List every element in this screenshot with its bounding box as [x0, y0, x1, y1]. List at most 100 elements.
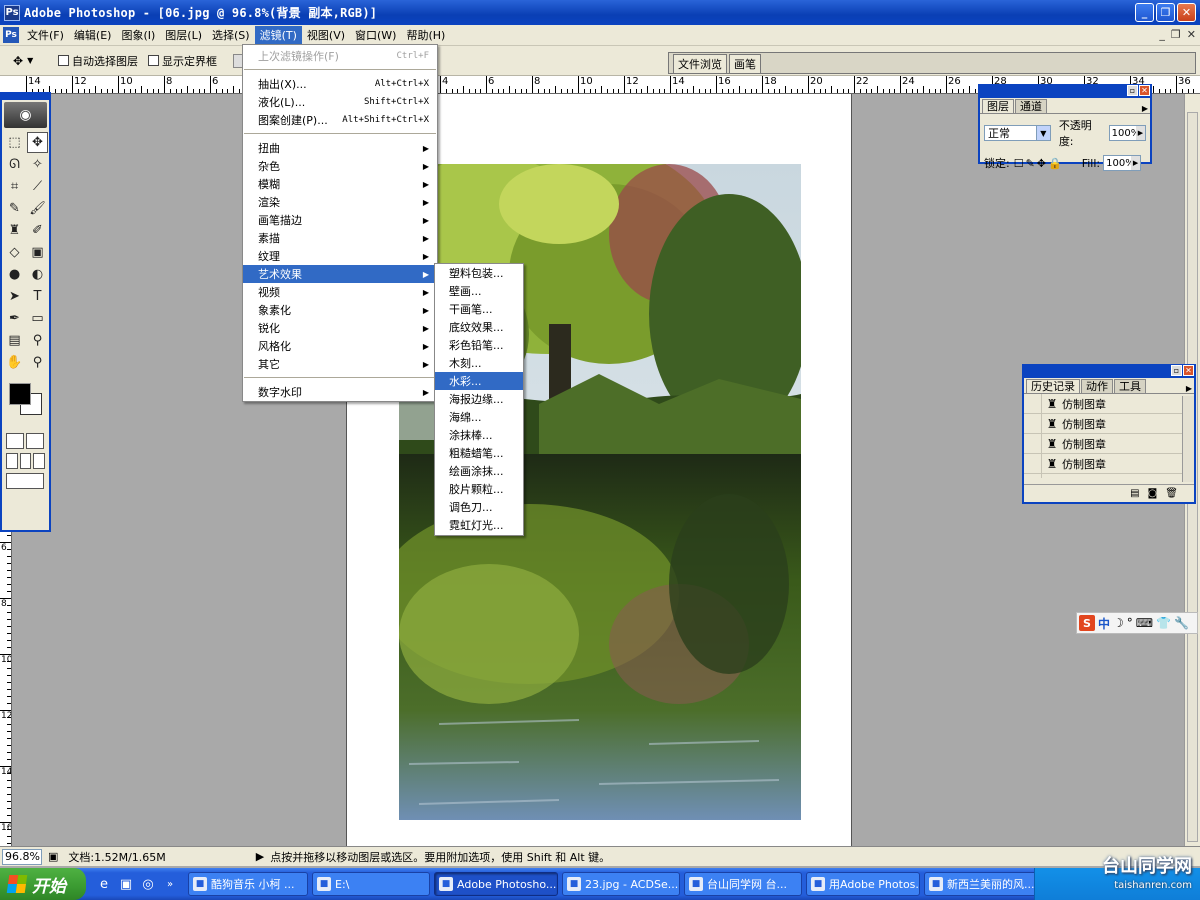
palette-minimize-button[interactable]: ▫ — [1127, 85, 1138, 96]
menu-item-artistic-filter[interactable]: 木刻... — [435, 354, 523, 372]
menu-filter[interactable]: 滤镜(T) — [254, 25, 302, 45]
history-brush-icon[interactable]: ✐ — [27, 220, 48, 241]
status-menu-arrow-icon[interactable]: ▶ — [256, 850, 264, 863]
palette-menu-icon[interactable]: ▶ — [1186, 384, 1194, 393]
punctuation-icon[interactable]: ° — [1127, 616, 1133, 630]
eyedropper-icon[interactable]: ⚲ — [27, 330, 48, 351]
fill-input[interactable]: 100% ▶ — [1103, 155, 1142, 171]
history-scrollbar[interactable] — [1182, 396, 1194, 482]
history-state[interactable]: ▤复制图层 — [1024, 474, 1182, 478]
menu-item-artistic-filter[interactable]: 壁画... — [435, 282, 523, 300]
tab-layers[interactable]: 图层 — [982, 99, 1014, 113]
history-state[interactable]: ♜ 仿制图章 — [1024, 394, 1182, 414]
menu-item-filter-submenu[interactable]: 艺术效果 ▶ — [243, 265, 437, 283]
history-brush-source[interactable] — [1024, 414, 1042, 433]
marquee-tool-icon[interactable]: ⬚ — [4, 132, 25, 153]
menu-view[interactable]: 视图(V) — [302, 26, 350, 45]
pen-tool-icon[interactable]: ✒ — [4, 308, 25, 329]
hand-tool-icon[interactable]: ✋ — [4, 352, 25, 373]
screen-mode-full-icon[interactable] — [33, 453, 46, 469]
menu-item-artistic-filter[interactable]: 粗糙蜡笔... — [435, 444, 523, 462]
menu-item-filter-submenu[interactable]: 画笔描边 ▶ — [243, 211, 437, 229]
photoshop-app-icon[interactable]: Ps — [4, 4, 20, 21]
chevron-right-icon[interactable]: » — [162, 876, 178, 892]
palette-minimize-button[interactable]: ▫ — [1171, 365, 1182, 376]
tab-actions[interactable]: 动作 — [1081, 379, 1113, 393]
keyboard-icon[interactable]: ⌨ — [1136, 616, 1153, 630]
palette-close-button[interactable]: ✕ — [1183, 365, 1194, 376]
type-tool-icon[interactable]: T — [27, 286, 48, 307]
quick-mask-icon[interactable] — [26, 433, 44, 449]
history-brush-source[interactable] — [1024, 454, 1042, 473]
taskbar-task-button[interactable]: ■ 23.jpg - ACDSe... — [562, 872, 680, 896]
crop-tool-icon[interactable]: ⌗ — [4, 176, 25, 197]
menu-item-artistic-filter[interactable]: 干画笔... — [435, 300, 523, 318]
zoom-input[interactable]: 96.8% — [2, 848, 42, 865]
menu-item-extract[interactable]: 抽出(X)... Alt+Ctrl+X — [243, 75, 437, 93]
media-player-icon[interactable]: ◎ — [140, 876, 156, 892]
menu-layer[interactable]: 图层(L) — [160, 26, 207, 45]
menu-help[interactable]: 帮助(H) — [401, 26, 450, 45]
new-snapshot-icon[interactable]: ◙ — [1148, 488, 1158, 499]
doc-restore-button[interactable]: ❐ — [1171, 28, 1181, 41]
menu-item-filter-submenu[interactable]: 素描 ▶ — [243, 229, 437, 247]
lasso-tool-icon[interactable]: ᘏ — [4, 154, 25, 175]
canvas-area[interactable] — [12, 94, 1184, 846]
auto-select-layer-checkbox[interactable]: 自动选择图层 — [58, 53, 138, 69]
menu-image[interactable]: 图象(I) — [116, 26, 160, 45]
brush-tool-icon[interactable]: 🖌 — [27, 198, 48, 219]
document-icon[interactable]: Ps — [3, 27, 19, 43]
menu-item-artistic-filter[interactable]: 涂抹棒... — [435, 426, 523, 444]
slice-tool-icon[interactable]: ⟋ — [27, 176, 48, 197]
clone-stamp-icon[interactable]: ♜ — [4, 220, 25, 241]
tab-tool-presets[interactable]: 工具 — [1114, 379, 1146, 393]
menu-item-artistic-filter[interactable]: 霓虹灯光... — [435, 516, 523, 534]
menu-item-artistic-filter[interactable]: 彩色铅笔... — [435, 336, 523, 354]
standard-mode-icon[interactable] — [6, 433, 24, 449]
menu-item-artistic-filter[interactable]: 水彩... — [435, 372, 523, 390]
menu-item-filter-submenu[interactable]: 渲染 ▶ — [243, 193, 437, 211]
menu-item-filter-submenu[interactable]: 其它 ▶ — [243, 355, 437, 373]
menu-item-pattern-maker[interactable]: 图案创建(P)... Alt+Shift+Ctrl+X — [243, 111, 437, 129]
close-button[interactable]: ✕ — [1177, 3, 1196, 22]
screen-mode-full-menu-icon[interactable] — [19, 453, 32, 469]
skin-icon[interactable]: 👕 — [1156, 616, 1171, 630]
gradient-icon[interactable]: ▣ — [27, 242, 48, 263]
moon-icon[interactable]: ☽ — [1113, 616, 1124, 630]
doc-minimize-button[interactable]: _ — [1159, 28, 1165, 41]
trash-icon[interactable]: 🗑 — [1165, 488, 1178, 499]
imageready-icon[interactable] — [6, 473, 44, 489]
screen-mode-standard-icon[interactable] — [6, 453, 18, 469]
taskbar-task-button[interactable]: ■ 酷狗音乐 小柯 ... — [188, 872, 308, 896]
menu-item-artistic-filter[interactable]: 底纹效果... — [435, 318, 523, 336]
menu-item-filter-submenu[interactable]: 象素化 ▶ — [243, 301, 437, 319]
move-tool-icon[interactable]: ✥ — [27, 132, 48, 153]
sogou-icon[interactable]: S — [1079, 615, 1095, 631]
menu-file[interactable]: 文件(F) — [22, 26, 69, 45]
zoom-tool-icon[interactable]: ⚲ — [27, 352, 48, 373]
tab-history[interactable]: 历史记录 — [1026, 379, 1080, 393]
move-tool-preset[interactable]: ✥ ▼ — [12, 50, 48, 72]
menu-item-artistic-filter[interactable]: 调色刀... — [435, 498, 523, 516]
adobe-eye-logo[interactable]: ◉ — [4, 102, 47, 128]
document-info-icon[interactable]: ▣ — [48, 850, 58, 863]
menu-item-artistic-filter[interactable]: 绘画涂抹... — [435, 462, 523, 480]
menu-item-filter-submenu[interactable]: 杂色 ▶ — [243, 157, 437, 175]
menu-item-filter-submenu[interactable]: 扭曲 ▶ — [243, 139, 437, 157]
history-state[interactable]: ♜ 仿制图章 — [1024, 434, 1182, 454]
menu-item-artistic-filter[interactable]: 塑料包装... — [435, 264, 523, 282]
history-brush-source[interactable] — [1024, 474, 1042, 478]
ime-mode-toggle[interactable]: 中 — [1098, 615, 1110, 632]
menu-item-filter-submenu[interactable]: 模糊 ▶ — [243, 175, 437, 193]
menu-item-filter-submenu[interactable]: 风格化 ▶ — [243, 337, 437, 355]
taskbar-task-button[interactable]: ■ E:\ — [312, 872, 430, 896]
blend-mode-select[interactable]: 正常 ▼ — [984, 125, 1051, 141]
menu-item-filter-submenu[interactable]: 视频 ▶ — [243, 283, 437, 301]
menu-item-digimarc[interactable]: 数字水印 ▶ — [243, 383, 437, 401]
ie-icon[interactable]: e — [96, 876, 112, 892]
notes-tool-icon[interactable]: ▤ — [4, 330, 25, 351]
opacity-input[interactable]: 100% ▶ — [1108, 125, 1146, 141]
tab-channels[interactable]: 通道 — [1015, 99, 1047, 113]
tab-brushes[interactable]: 画笔 — [729, 54, 761, 73]
palette-close-button[interactable]: ✕ — [1139, 85, 1150, 96]
